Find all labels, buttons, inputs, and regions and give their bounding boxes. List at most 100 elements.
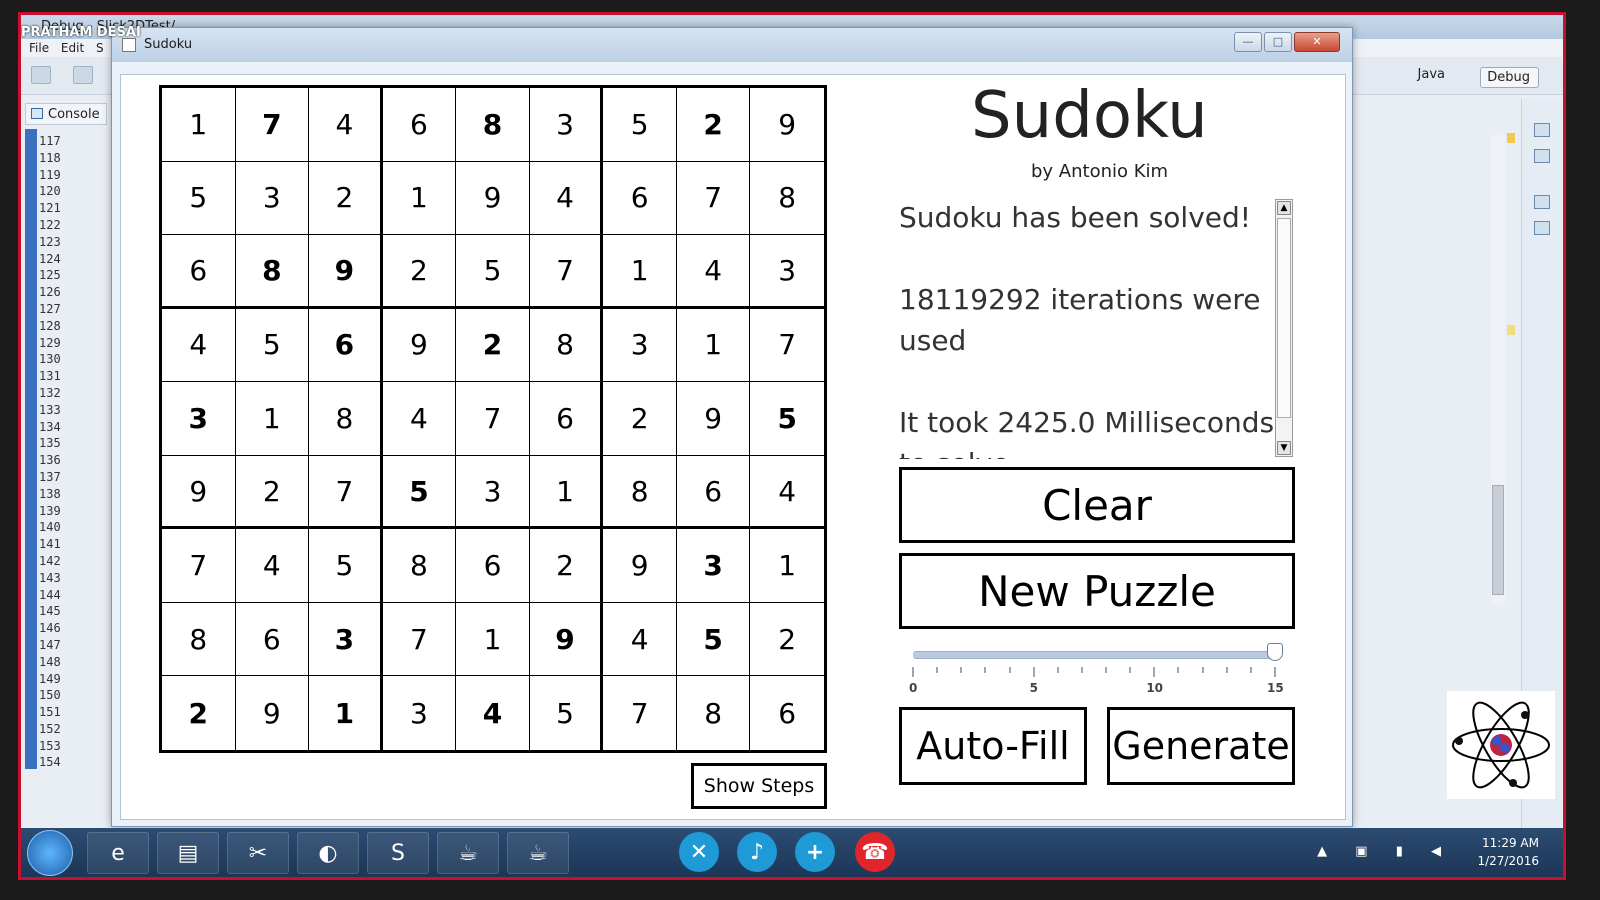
sudoku-cell[interactable]: 7 [382, 602, 457, 677]
sudoku-cell[interactable]: 9 [750, 88, 824, 162]
sudoku-cell[interactable]: 3 [676, 529, 751, 603]
sudoku-cell[interactable]: 5 [676, 602, 751, 677]
maximize-button[interactable]: □ [1264, 32, 1292, 52]
hang-up-icon[interactable]: ☎ [855, 832, 895, 872]
sudoku-cell[interactable]: 2 [676, 88, 751, 162]
output-text-area[interactable]: Sudoku has been solved! 18119292 iterati… [899, 197, 1293, 459]
sudoku-cell[interactable]: 7 [162, 529, 236, 603]
sudoku-cell[interactable]: 6 [676, 455, 751, 530]
sudoku-cell[interactable]: 3 [383, 676, 457, 750]
new-icon[interactable] [31, 66, 51, 84]
sudoku-cell[interactable]: 2 [750, 603, 824, 677]
sudoku-cell[interactable]: 7 [529, 235, 604, 309]
sudoku-cell[interactable]: 9 [382, 308, 457, 383]
sudoku-cell[interactable]: 1 [382, 161, 457, 236]
sudoku-cell[interactable]: 2 [382, 235, 457, 309]
file-explorer-icon[interactable]: ▤ [157, 832, 219, 874]
sudoku-cell[interactable]: 7 [309, 455, 383, 530]
clock[interactable]: 11:29 AM 1/27/2016 [1477, 834, 1539, 870]
sudoku-cell[interactable]: 6 [309, 308, 383, 383]
restore-icon[interactable] [1534, 123, 1550, 137]
outline-icon[interactable] [1534, 149, 1550, 163]
sudoku-cell[interactable]: 9 [676, 382, 751, 456]
sudoku-cell[interactable]: 4 [309, 88, 383, 162]
sudoku-cell[interactable]: 7 [750, 309, 824, 383]
sudoku-cell[interactable]: 3 [529, 88, 604, 162]
sudoku-cell[interactable]: 8 [603, 455, 677, 530]
sudoku-cell[interactable]: 9 [236, 676, 310, 750]
sudoku-cell[interactable]: 7 [456, 382, 530, 456]
restore-icon-2[interactable] [1534, 195, 1550, 209]
system-tray[interactable]: ▲ ▣ ▮ ◀ [1317, 844, 1453, 859]
sudoku-cell[interactable]: 1 [162, 88, 236, 162]
sudoku-cell[interactable]: 6 [456, 529, 530, 603]
sudoku-cell[interactable]: 5 [309, 529, 383, 603]
sudoku-cell[interactable]: 7 [235, 88, 310, 162]
sudoku-cell[interactable]: 5 [382, 455, 457, 530]
sudoku-cell[interactable]: 8 [750, 162, 824, 236]
sudoku-cell[interactable]: 7 [676, 161, 751, 236]
console-tab[interactable]: Console [25, 103, 107, 125]
sudoku-cell[interactable]: 2 [529, 529, 604, 603]
sudoku-cell[interactable]: 5 [235, 308, 310, 383]
sudoku-cell[interactable]: 8 [677, 676, 751, 750]
sudoku-cell[interactable]: 4 [456, 676, 530, 750]
menu-edit[interactable]: Edit [61, 41, 84, 55]
warning-marker[interactable] [1507, 133, 1515, 143]
close-button[interactable]: ✕ [1294, 32, 1340, 52]
sudoku-cell[interactable]: 5 [750, 382, 824, 456]
sudoku-cell[interactable]: 2 [309, 161, 383, 236]
sudoku-cell[interactable]: 1 [529, 455, 604, 530]
debug-perspective-button[interactable]: Debug [1480, 67, 1539, 88]
sudoku-cell[interactable]: 8 [382, 529, 457, 603]
sudoku-cell[interactable]: 3 [162, 382, 236, 456]
editor-scrollbar[interactable] [1491, 135, 1505, 605]
scrollbar-thumb[interactable] [1492, 485, 1504, 595]
sudoku-cell[interactable]: 8 [456, 88, 530, 162]
menu-file[interactable]: File [29, 41, 49, 55]
java-icon-2[interactable]: ☕ [507, 832, 569, 874]
sudoku-cell[interactable]: 6 [235, 602, 310, 677]
sudoku-cell[interactable]: 6 [162, 235, 236, 309]
java-perspective-button[interactable]: Java [1418, 67, 1445, 82]
internet-explorer-icon[interactable]: e [87, 832, 149, 874]
sudoku-cell[interactable]: 9 [603, 529, 677, 603]
sudoku-cell[interactable]: 1 [676, 308, 751, 383]
start-button[interactable] [27, 830, 73, 876]
sudoku-cell[interactable]: 6 [603, 161, 677, 236]
sudoku-cell[interactable]: 2 [235, 455, 310, 530]
help-icon[interactable] [1534, 221, 1550, 235]
sudoku-cell[interactable]: 8 [162, 602, 236, 677]
menu-source[interactable]: S [96, 41, 104, 55]
sudoku-cell[interactable]: 2 [456, 308, 530, 383]
sudoku-cell[interactable]: 3 [603, 308, 677, 383]
video-off-icon[interactable]: ✕ [679, 832, 719, 872]
sudoku-cell[interactable]: 6 [529, 382, 604, 456]
output-scrollbar[interactable]: ▲ ▼ [1275, 199, 1293, 457]
show-steps-button[interactable]: Show Steps [691, 763, 827, 809]
sudoku-cell[interactable]: 1 [309, 676, 383, 750]
sudoku-cell[interactable]: 9 [529, 602, 604, 677]
generate-button[interactable]: Generate [1107, 707, 1295, 785]
sudoku-cell[interactable]: 3 [750, 235, 824, 309]
sudoku-cell[interactable]: 1 [603, 235, 677, 309]
sudoku-cell[interactable]: 5 [456, 235, 530, 309]
open-type-icon[interactable] [73, 66, 93, 84]
sudoku-cell[interactable]: 1 [456, 602, 530, 677]
slider-thumb[interactable] [1267, 643, 1283, 661]
sudoku-cell[interactable]: 2 [603, 382, 677, 456]
sudoku-cell[interactable]: 1 [235, 382, 310, 456]
sudoku-cell[interactable]: 8 [235, 235, 310, 309]
java-icon[interactable]: ☕ [437, 832, 499, 874]
microphone-icon[interactable]: ♪ [737, 832, 777, 872]
minimize-button[interactable]: — [1234, 32, 1262, 52]
clear-button[interactable]: Clear [899, 467, 1295, 543]
sudoku-cell[interactable]: 5 [530, 676, 604, 750]
sudoku-cell[interactable]: 9 [456, 161, 530, 236]
output-scroll-thumb[interactable] [1277, 218, 1291, 418]
occurrence-marker[interactable] [1507, 325, 1515, 335]
sudoku-cell[interactable]: 4 [603, 602, 677, 677]
window-title-bar[interactable]: Sudoku — □ ✕ [112, 28, 1352, 62]
sudoku-cell[interactable]: 4 [382, 382, 457, 456]
sudoku-cell[interactable]: 9 [309, 235, 383, 309]
